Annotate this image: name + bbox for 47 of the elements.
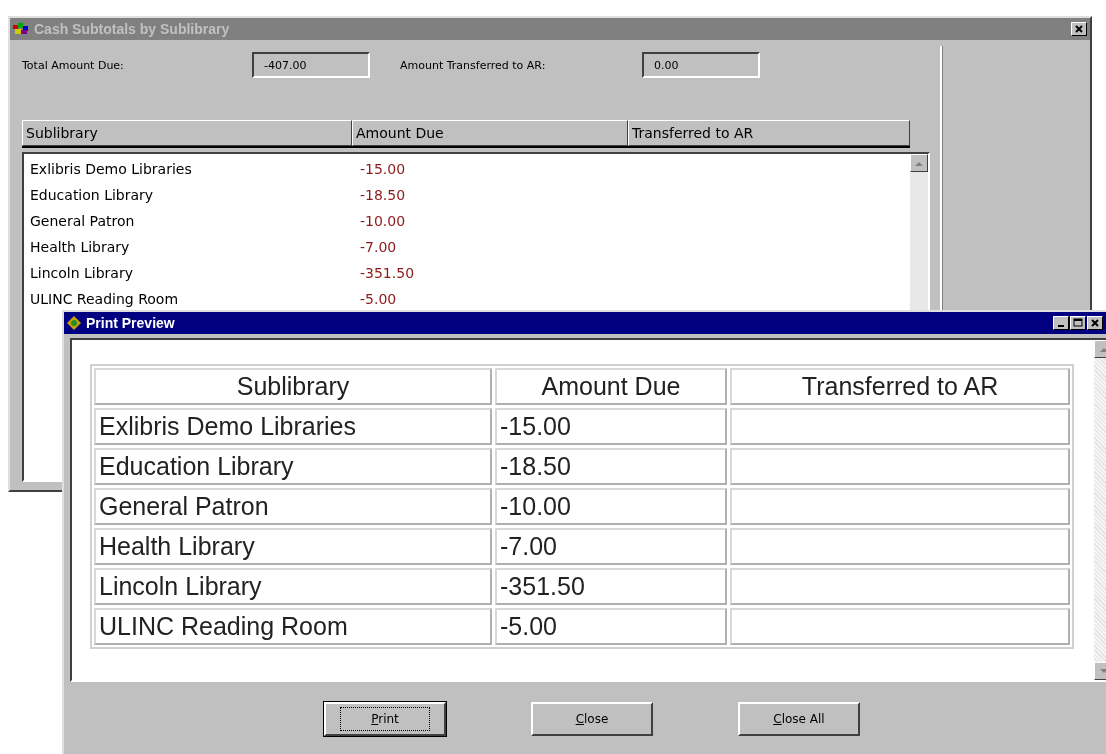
column-header: Amount Due: [495, 368, 727, 405]
column-header: Transferred to AR: [730, 368, 1070, 405]
table-cell: -351.50: [495, 568, 727, 605]
field-label: Total Amount Due:: [22, 58, 125, 72]
table-cell: Health Library: [94, 528, 492, 565]
column-header[interactable]: Amount Due: [352, 120, 628, 146]
minimize-icon: [1058, 325, 1064, 327]
table-cell: Exlibris Demo Libraries: [94, 408, 492, 445]
diamond-icon: [67, 316, 81, 330]
column-header[interactable]: Sublibrary: [22, 120, 352, 146]
table-cell: -7.00: [495, 528, 727, 565]
table-cell: -10.00: [495, 488, 727, 525]
app-icon: [13, 23, 29, 35]
list-row[interactable]: Lincoln Library -351.50: [24, 260, 910, 286]
close-icon: [1074, 24, 1084, 34]
up-arrow-icon: [1100, 346, 1106, 352]
window-title: Cash Subtotals by Sublibrary: [34, 21, 231, 37]
up-arrow-icon: [915, 160, 923, 166]
table-cell: General Patron: [94, 488, 492, 525]
window-title: Print Preview: [86, 315, 176, 331]
table-cell: Lincoln Library: [94, 568, 492, 605]
minimize-button[interactable]: [1053, 316, 1069, 330]
scroll-up-button[interactable]: [910, 154, 928, 172]
print-button[interactable]: Print: [324, 702, 446, 736]
table-cell: -5.00: [495, 608, 727, 645]
down-arrow-icon: [1100, 668, 1106, 674]
table-cell: -18.50: [495, 448, 727, 485]
close-all-button[interactable]: Close All: [738, 702, 860, 736]
field-label: Amount Transferred to AR:: [399, 58, 547, 72]
table-cell: -15.00: [495, 408, 727, 445]
close-button[interactable]: [1087, 316, 1103, 330]
column-header[interactable]: Transferred to AR: [628, 120, 910, 146]
list-row[interactable]: ULINC Reading Room -5.00: [24, 286, 910, 312]
transferred-field: 0.00: [642, 52, 760, 78]
maximize-icon: [1073, 318, 1083, 328]
list-row[interactable]: Exlibris Demo Libraries -15.00: [24, 156, 910, 182]
column-header: Sublibrary: [94, 368, 492, 405]
maximize-button[interactable]: [1070, 316, 1086, 330]
table-cell: ULINC Reading Room: [94, 608, 492, 645]
close-icon: [1090, 318, 1100, 328]
list-row[interactable]: Health Library -7.00: [24, 234, 910, 260]
total-field: -407.00: [252, 52, 370, 78]
list-row[interactable]: General Patron -10.00: [24, 208, 910, 234]
close-button[interactable]: [1071, 22, 1087, 36]
list-row[interactable]: Education Library -18.50: [24, 182, 910, 208]
close-button[interactable]: Close: [531, 702, 653, 736]
table-cell: Education Library: [94, 448, 492, 485]
